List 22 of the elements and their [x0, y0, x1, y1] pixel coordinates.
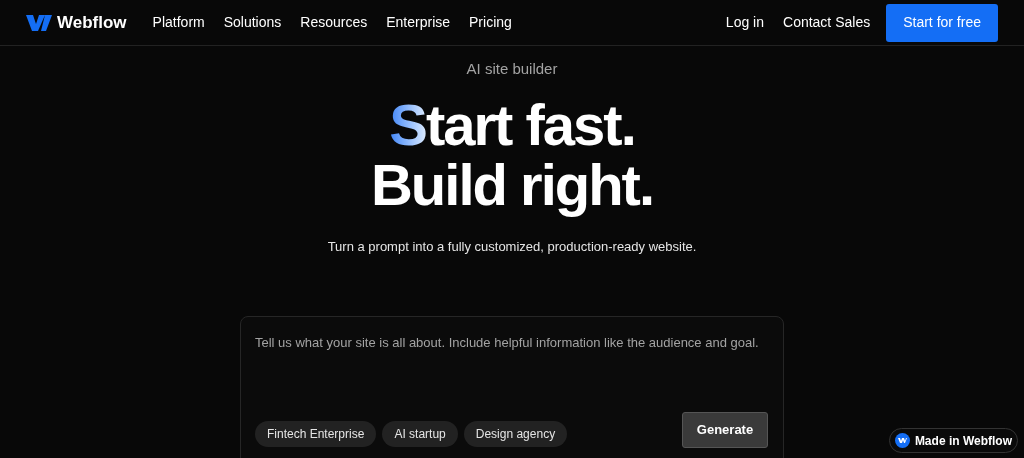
- nav-link[interactable]: Platform: [152, 12, 205, 33]
- logo-icon: [26, 14, 52, 31]
- nav-link[interactable]: Solutions: [223, 12, 282, 33]
- badge-label: Made in Webflow: [914, 432, 1012, 450]
- subtitle-text: Turn a prompt into a fully customized, production-ready website.: [327, 237, 697, 256]
- generate-button[interactable]: Generate: [682, 412, 768, 448]
- eyebrow-text: AI site builder: [466, 59, 558, 79]
- nav-link[interactable]: Enterprise: [386, 12, 451, 33]
- headline: Build right.: [370, 154, 654, 215]
- suggestion-chip[interactable]: AI startup: [382, 421, 458, 447]
- contact-link[interactable]: Contact Sales: [783, 12, 871, 33]
- start-button[interactable]: Start for free: [886, 3, 998, 42]
- brand-name[interactable]: Webflow: [57, 9, 127, 36]
- prompt-field[interactable]: Tell us what your site is all about. Include helpful information like the audience and goal. Fintech Enterprise AI startup Design agency Generate: [240, 316, 784, 458]
- suggestion-chip[interactable]: Fintech Enterprise: [255, 421, 377, 447]
- headline: Start fast.: [389, 94, 635, 155]
- made-in-webflow-badge[interactable]: Made in Webflow: [888, 428, 1018, 453]
- login-link[interactable]: Log in: [725, 12, 764, 33]
- nav-link[interactable]: Resources: [300, 12, 368, 33]
- nav-link[interactable]: Pricing: [469, 12, 512, 33]
- logo-icon: [894, 433, 910, 448]
- suggestion-chip[interactable]: Design agency: [463, 421, 568, 447]
